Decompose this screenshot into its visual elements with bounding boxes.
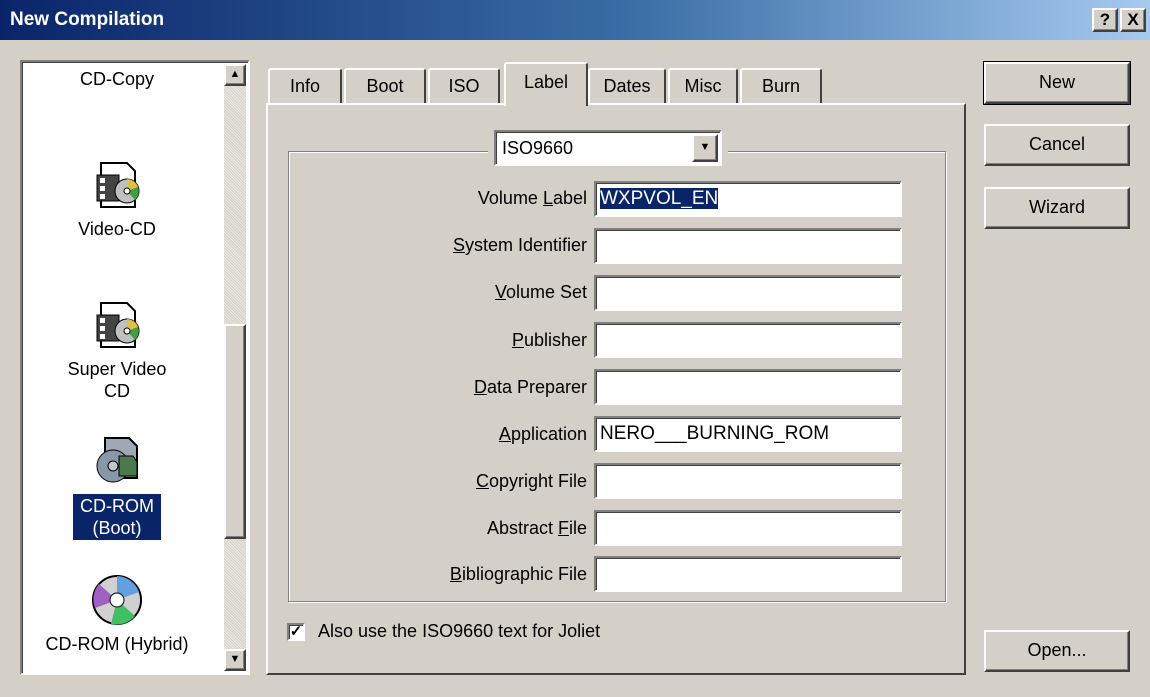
scroll-up-button[interactable]: ▲ <box>224 64 246 86</box>
publisher-field[interactable] <box>594 322 902 358</box>
tab-label[interactable]: Label <box>504 62 588 106</box>
title-bar: New Compilation ? X <box>0 0 1150 40</box>
list-scrollbar[interactable]: ▲ ▼ <box>224 64 246 671</box>
volume-label-field[interactable]: WXPVOL_EN <box>594 181 902 217</box>
cd-rom-boot-icon <box>96 437 138 483</box>
list-item-label: Video-CD <box>78 219 156 239</box>
data-preparer-label: Data Preparer <box>473 377 587 397</box>
abstract-file-label: Abstract File <box>486 518 587 538</box>
chevron-down-icon[interactable]: ▼ <box>692 134 718 162</box>
window-title: New Compilation <box>10 9 165 30</box>
list-item-label: CD-Copy <box>79 69 154 89</box>
volume-label-label: Volume Label <box>477 188 587 208</box>
list-item-cd-rom-hybrid[interactable]: CD-ROM (Hybrid) <box>22 572 212 656</box>
checkmark-icon: ✓ <box>289 623 303 640</box>
system-identifier-field[interactable] <box>594 228 902 264</box>
joliet-checkbox[interactable]: ✓ <box>287 623 305 641</box>
application-label: Application <box>498 424 587 444</box>
publisher-label: Publisher <box>511 330 587 350</box>
tab-info[interactable]: Info <box>268 68 342 105</box>
close-button[interactable]: X <box>1120 8 1146 32</box>
scroll-down-button[interactable]: ▼ <box>224 649 246 671</box>
compilation-type-list[interactable]: CD-Copy Video-CD Super Video CD CD-ROM (… <box>20 60 250 675</box>
copyright-file-field[interactable] <box>594 463 902 499</box>
filesystem-select-value: ISO9660 <box>502 138 574 158</box>
list-item-cd-rom-boot[interactable]: CD-ROM (Boot) <box>22 434 212 541</box>
tab-iso[interactable]: ISO <box>428 68 500 105</box>
super-video-cd-icon <box>96 302 140 348</box>
filesystem-select[interactable]: ISO9660 ▼ <box>494 130 722 166</box>
tab-dates[interactable]: Dates <box>588 68 666 105</box>
cd-rom-disc-icon <box>92 575 142 625</box>
wizard-button[interactable]: Wizard <box>984 187 1130 229</box>
open-button[interactable]: Open... <box>984 630 1130 672</box>
list-item-label: CD-ROM (Boot) <box>72 493 162 541</box>
help-button[interactable]: ? <box>1092 8 1118 32</box>
data-preparer-field[interactable] <box>594 369 902 405</box>
copyright-file-label: Copyright File <box>475 471 587 491</box>
list-item-label: Super Video CD <box>67 359 167 401</box>
list-item-video-cd[interactable]: Video-CD <box>22 157 212 241</box>
bibliographic-file-label: Bibliographic File <box>449 564 587 584</box>
list-item-cd-copy[interactable]: CD-Copy <box>22 67 212 91</box>
volume-set-label: Volume Set <box>494 282 587 302</box>
tab-boot[interactable]: Boot <box>344 68 426 105</box>
video-cd-icon <box>96 162 140 208</box>
joliet-checkbox-label[interactable]: Also use the ISO9660 text for Joliet <box>318 621 600 642</box>
list-item-label: CD-ROM (Hybrid) <box>45 634 189 654</box>
cancel-button[interactable]: Cancel <box>984 124 1130 166</box>
tab-burn[interactable]: Burn <box>740 68 822 105</box>
tab-misc[interactable]: Misc <box>668 68 738 105</box>
scroll-thumb[interactable] <box>224 324 246 539</box>
volume-label-value: WXPVOL_EN <box>600 188 719 209</box>
application-field[interactable]: NERO___BURNING_ROM <box>594 416 902 452</box>
bibliographic-file-field[interactable] <box>594 556 902 592</box>
system-identifier-label: System Identifier <box>452 235 587 255</box>
abstract-file-field[interactable] <box>594 510 902 546</box>
list-item-super-video-cd[interactable]: Super Video CD <box>22 297 212 403</box>
new-button[interactable]: New <box>983 61 1131 105</box>
volume-set-field[interactable] <box>594 275 902 311</box>
